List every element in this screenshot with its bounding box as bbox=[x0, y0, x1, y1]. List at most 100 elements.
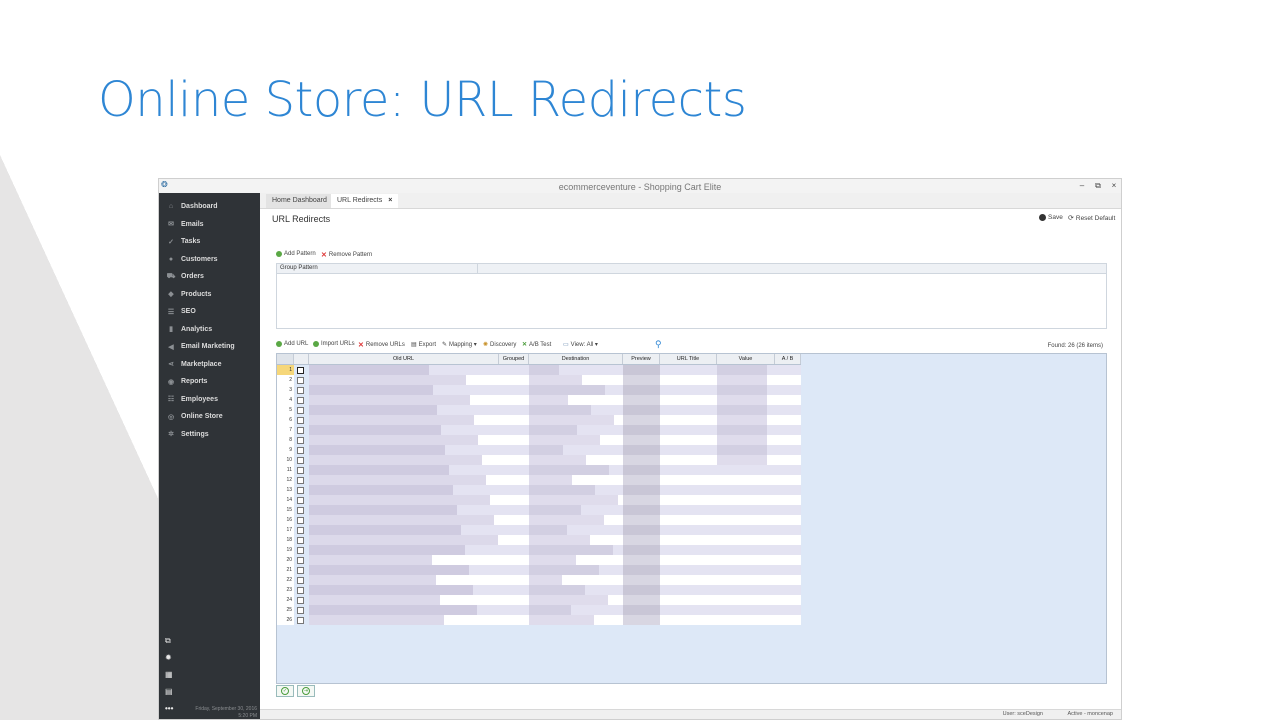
table-cell[interactable] bbox=[623, 555, 660, 565]
table-cell[interactable] bbox=[623, 515, 660, 525]
table-cell[interactable] bbox=[660, 515, 717, 525]
remove-urls-button[interactable]: ✕ Remove URLs bbox=[358, 341, 405, 349]
table-cell[interactable] bbox=[499, 535, 529, 545]
row-checkbox[interactable] bbox=[297, 567, 304, 574]
column-ab[interactable]: A / B bbox=[775, 354, 801, 364]
table-cell[interactable] bbox=[717, 465, 775, 475]
row-checkbox[interactable] bbox=[297, 497, 304, 504]
table-cell[interactable] bbox=[623, 525, 660, 535]
table-cell[interactable] bbox=[529, 445, 623, 455]
table-cell[interactable] bbox=[499, 515, 529, 525]
table-cell[interactable] bbox=[529, 485, 623, 495]
table-cell[interactable] bbox=[660, 595, 717, 605]
table-cell[interactable] bbox=[623, 495, 660, 505]
table-cell[interactable] bbox=[309, 365, 499, 375]
table-cell[interactable] bbox=[309, 445, 499, 455]
table-cell[interactable] bbox=[623, 615, 660, 625]
table-cell[interactable] bbox=[309, 395, 499, 405]
table-cell[interactable] bbox=[717, 395, 775, 405]
table-cell[interactable] bbox=[717, 595, 775, 605]
sidebar-item-seo[interactable]: ☰ SEO bbox=[159, 303, 260, 320]
row-checkbox[interactable] bbox=[297, 597, 304, 604]
table-cell[interactable] bbox=[717, 555, 775, 565]
table-cell[interactable] bbox=[717, 545, 775, 555]
table-cell[interactable] bbox=[309, 475, 499, 485]
table-cell[interactable] bbox=[775, 505, 801, 515]
table-cell[interactable] bbox=[775, 515, 801, 525]
table-cell[interactable] bbox=[529, 565, 623, 575]
table-cell[interactable] bbox=[775, 535, 801, 545]
table-cell[interactable] bbox=[775, 425, 801, 435]
table-row[interactable]: 18 bbox=[277, 535, 801, 545]
table-cell[interactable] bbox=[660, 585, 717, 595]
table-cell[interactable] bbox=[529, 375, 623, 385]
table-cell[interactable] bbox=[499, 495, 529, 505]
table-cell[interactable] bbox=[623, 365, 660, 375]
table-cell[interactable] bbox=[529, 455, 623, 465]
table-cell[interactable] bbox=[529, 575, 623, 585]
table-row[interactable]: 22 bbox=[277, 575, 801, 585]
table-row[interactable]: 20 bbox=[277, 555, 801, 565]
table-cell[interactable] bbox=[499, 555, 529, 565]
table-cell[interactable] bbox=[660, 395, 717, 405]
select-all-corner[interactable] bbox=[277, 354, 294, 364]
add-url-button[interactable]: Add URL bbox=[276, 341, 308, 347]
table-cell[interactable] bbox=[499, 415, 529, 425]
table-cell[interactable] bbox=[499, 615, 529, 625]
close-button[interactable]: × bbox=[1109, 181, 1119, 190]
sidebar-item-tasks[interactable]: ✓ Tasks bbox=[159, 233, 260, 250]
table-row[interactable]: 12 bbox=[277, 475, 801, 485]
row-checkbox[interactable] bbox=[297, 587, 304, 594]
table-cell[interactable] bbox=[623, 395, 660, 405]
table-cell[interactable] bbox=[717, 385, 775, 395]
table-cell[interactable] bbox=[717, 495, 775, 505]
table-cell[interactable] bbox=[309, 435, 499, 445]
sidebar-item-analytics[interactable]: ▮ Analytics bbox=[159, 321, 260, 338]
table-row[interactable]: 1 bbox=[277, 365, 801, 375]
table-cell[interactable] bbox=[775, 405, 801, 415]
table-cell[interactable] bbox=[309, 565, 499, 575]
row-checkbox[interactable] bbox=[297, 577, 304, 584]
table-row[interactable]: 10 bbox=[277, 455, 801, 465]
sidebar-item-emails[interactable]: ✉ Emails bbox=[159, 216, 260, 233]
column-preview[interactable]: Preview bbox=[623, 354, 660, 364]
table-cell[interactable] bbox=[717, 615, 775, 625]
table-cell[interactable] bbox=[529, 515, 623, 525]
table-cell[interactable] bbox=[309, 545, 499, 555]
table-cell[interactable] bbox=[660, 485, 717, 495]
column-value[interactable]: Value bbox=[717, 354, 775, 364]
table-cell[interactable] bbox=[717, 505, 775, 515]
table-row[interactable]: 14 bbox=[277, 495, 801, 505]
table-cell[interactable] bbox=[775, 485, 801, 495]
sidebar-item-dashboard[interactable]: ⌂ Dashboard bbox=[159, 198, 260, 215]
row-checkbox[interactable] bbox=[297, 607, 304, 614]
table-cell[interactable] bbox=[529, 545, 623, 555]
table-cell[interactable] bbox=[309, 595, 499, 605]
table-row[interactable]: 15 bbox=[277, 505, 801, 515]
table-cell[interactable] bbox=[309, 615, 499, 625]
table-cell[interactable] bbox=[623, 595, 660, 605]
column-old-url[interactable]: Old URL bbox=[309, 354, 499, 364]
table-cell[interactable] bbox=[499, 605, 529, 615]
row-checkbox[interactable] bbox=[297, 387, 304, 394]
table-cell[interactable] bbox=[660, 525, 717, 535]
table-row[interactable]: 2 bbox=[277, 375, 801, 385]
table-cell[interactable] bbox=[660, 575, 717, 585]
table-cell[interactable] bbox=[623, 425, 660, 435]
table-cell[interactable] bbox=[775, 385, 801, 395]
table-cell[interactable] bbox=[775, 545, 801, 555]
table-cell[interactable] bbox=[623, 405, 660, 415]
table-cell[interactable] bbox=[623, 575, 660, 585]
table-cell[interactable] bbox=[660, 435, 717, 445]
row-checkbox[interactable] bbox=[297, 547, 304, 554]
sidebar-item-employees[interactable]: ☷ Employees bbox=[159, 391, 260, 408]
tab-close-icon[interactable]: × bbox=[388, 197, 392, 204]
table-cell[interactable] bbox=[775, 595, 801, 605]
row-checkbox[interactable] bbox=[297, 487, 304, 494]
calculator-icon[interactable]: ▦ bbox=[165, 671, 174, 679]
table-cell[interactable] bbox=[529, 585, 623, 595]
row-checkbox[interactable] bbox=[297, 417, 304, 424]
table-cell[interactable] bbox=[309, 465, 499, 475]
row-checkbox[interactable] bbox=[297, 467, 304, 474]
table-cell[interactable] bbox=[309, 605, 499, 615]
